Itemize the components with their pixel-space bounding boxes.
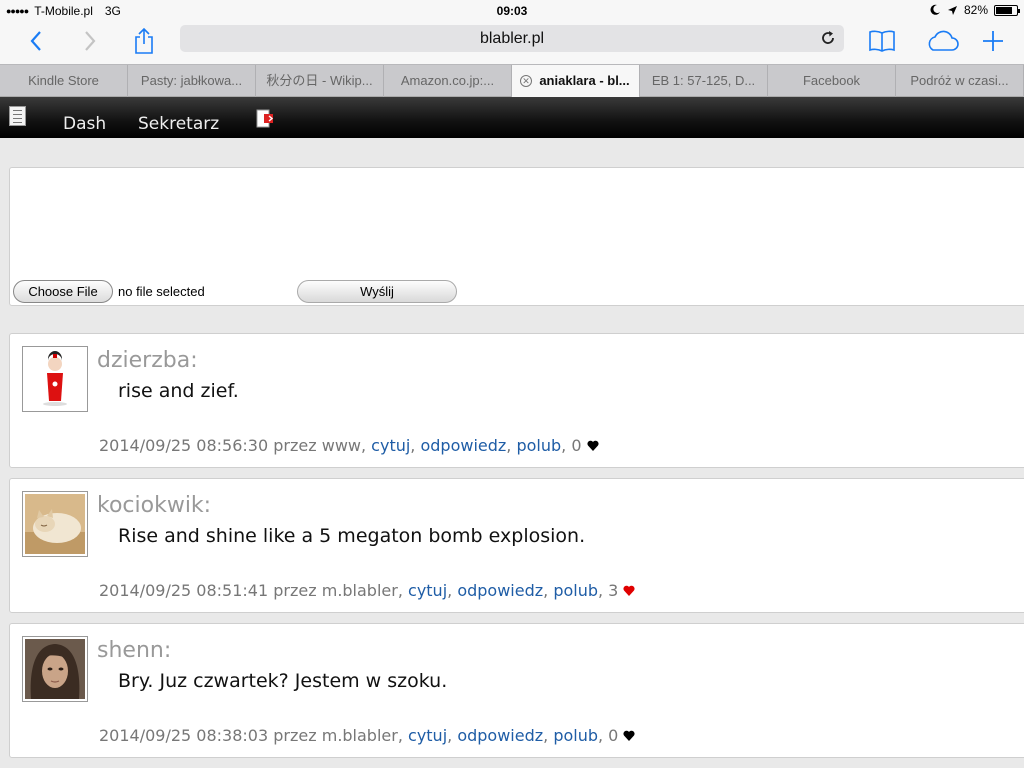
reply-link[interactable]: odpowiedz (457, 726, 543, 745)
tab-eb1[interactable]: EB 1: 57-125, D... (640, 65, 768, 97)
post-source: przez www, (273, 436, 367, 455)
quote-link[interactable]: cytuj (408, 581, 447, 600)
file-status: no file selected (118, 284, 205, 299)
avatar[interactable] (22, 346, 88, 412)
tab-pasty[interactable]: Pasty: jabłkowa... (128, 65, 256, 97)
new-tab-button[interactable] (977, 26, 1009, 56)
tab-podroz[interactable]: Podróż w czasi... (896, 65, 1024, 97)
post-meta: 2014/09/25 08:56:30 przez www, cytuj, od… (99, 436, 599, 455)
post-timestamp[interactable]: 2014/09/25 08:51:41 (99, 581, 268, 600)
tab-amazon[interactable]: Amazon.co.jp:... (384, 65, 512, 97)
share-icon (135, 27, 153, 54)
cat-avatar-image (25, 494, 85, 554)
logout-icon[interactable] (255, 109, 275, 129)
nav-sekretarz[interactable]: Sekretarz (138, 114, 219, 134)
post-author[interactable]: shenn: (97, 638, 171, 663)
document-icon[interactable] (9, 106, 26, 126)
avatar[interactable] (22, 636, 88, 702)
reply-link[interactable]: odpowiedz (457, 581, 543, 600)
new-tab-icon (983, 31, 1003, 51)
address-bar[interactable]: blabler.pl (180, 25, 844, 52)
post-meta: 2014/09/25 08:51:41 przez m.blabler, cyt… (99, 581, 636, 600)
choose-file-button[interactable]: Choose File (13, 280, 113, 303)
post-timestamp[interactable]: 2014/09/25 08:38:03 (99, 726, 268, 745)
post: shenn: Bry. Juz czwartek? Jestem w szoku… (9, 623, 1024, 758)
post-source: przez m.blabler, (273, 581, 403, 600)
bookmarks-icon (869, 30, 895, 52)
forward-icon (85, 31, 96, 51)
post-text: Rise and shine like a 5 megaton bomb exp… (118, 525, 586, 547)
doll-avatar-image (25, 349, 85, 409)
url-text: blabler.pl (479, 30, 545, 47)
post-text: rise and zief. (118, 380, 239, 402)
post-author[interactable]: dzierzba: (97, 348, 198, 373)
post-meta: 2014/09/25 08:38:03 przez m.blabler, cyt… (99, 726, 636, 745)
tab-facebook[interactable]: Facebook (768, 65, 896, 97)
bookmarks-button[interactable] (866, 26, 898, 56)
battery-icon (994, 4, 1020, 16)
reload-icon[interactable] (820, 30, 836, 46)
like-count: 3 (608, 581, 619, 600)
location-arrow-icon (947, 5, 957, 15)
battery-percent: 82% (963, 3, 988, 17)
site-nav: Dash Sekretarz (0, 97, 1024, 138)
like-count: 0 (571, 436, 582, 455)
send-button[interactable]: Wyślij (297, 280, 457, 303)
heart-icon[interactable] (623, 730, 636, 741)
forward-button[interactable] (74, 26, 106, 56)
tab-bar: Kindle Store Pasty: jabłkowa... 秋分の日 - W… (0, 64, 1024, 97)
post-author[interactable]: kociokwik: (97, 493, 211, 518)
heart-icon[interactable] (623, 585, 636, 596)
tab-wikipedia[interactable]: 秋分の日 - Wikip... (256, 65, 384, 97)
post-text: Bry. Juz czwartek? Jestem w szoku. (118, 670, 448, 692)
post-source: przez m.blabler, (273, 726, 403, 745)
tab-kindle-store[interactable]: Kindle Store (0, 65, 128, 97)
like-link[interactable]: polub (553, 581, 598, 600)
tab-aniaklara-label: aniaklara - bl... (539, 73, 630, 88)
back-button[interactable] (20, 26, 52, 56)
reply-link[interactable]: odpowiedz (420, 436, 506, 455)
status-right: 82% (929, 3, 1020, 17)
share-button[interactable] (128, 26, 160, 56)
avatar[interactable] (22, 491, 88, 557)
post-timestamp[interactable]: 2014/09/25 08:56:30 (99, 436, 268, 455)
tab-aniaklara[interactable]: ✕ aniaklara - bl... (512, 65, 640, 97)
like-count: 0 (608, 726, 619, 745)
moon-icon (930, 4, 940, 15)
icloud-tabs-icon (928, 30, 959, 51)
icloud-tabs-button[interactable] (920, 26, 964, 56)
like-link[interactable]: polub (553, 726, 598, 745)
quote-link[interactable]: cytuj (371, 436, 410, 455)
like-link[interactable]: polub (516, 436, 561, 455)
compose-box[interactable]: Choose File no file selected Wyślij (9, 167, 1024, 306)
post: kociokwik: Rise and shine like a 5 megat… (9, 478, 1024, 613)
clock: 09:03 (496, 4, 528, 18)
portrait-avatar-image (25, 639, 85, 699)
heart-icon[interactable] (587, 440, 599, 451)
ios-status-bar: ●●●●● T-Mobile.pl 3G 09:03 82% (0, 0, 1024, 22)
back-icon (30, 31, 41, 51)
tab-close-icon[interactable]: ✕ (520, 75, 532, 87)
nav-dash[interactable]: Dash (63, 114, 106, 134)
post: dzierzba: rise and zief. 2014/09/25 08:5… (9, 333, 1024, 468)
browser-toolbar: blabler.pl (0, 22, 1024, 64)
quote-link[interactable]: cytuj (408, 726, 447, 745)
